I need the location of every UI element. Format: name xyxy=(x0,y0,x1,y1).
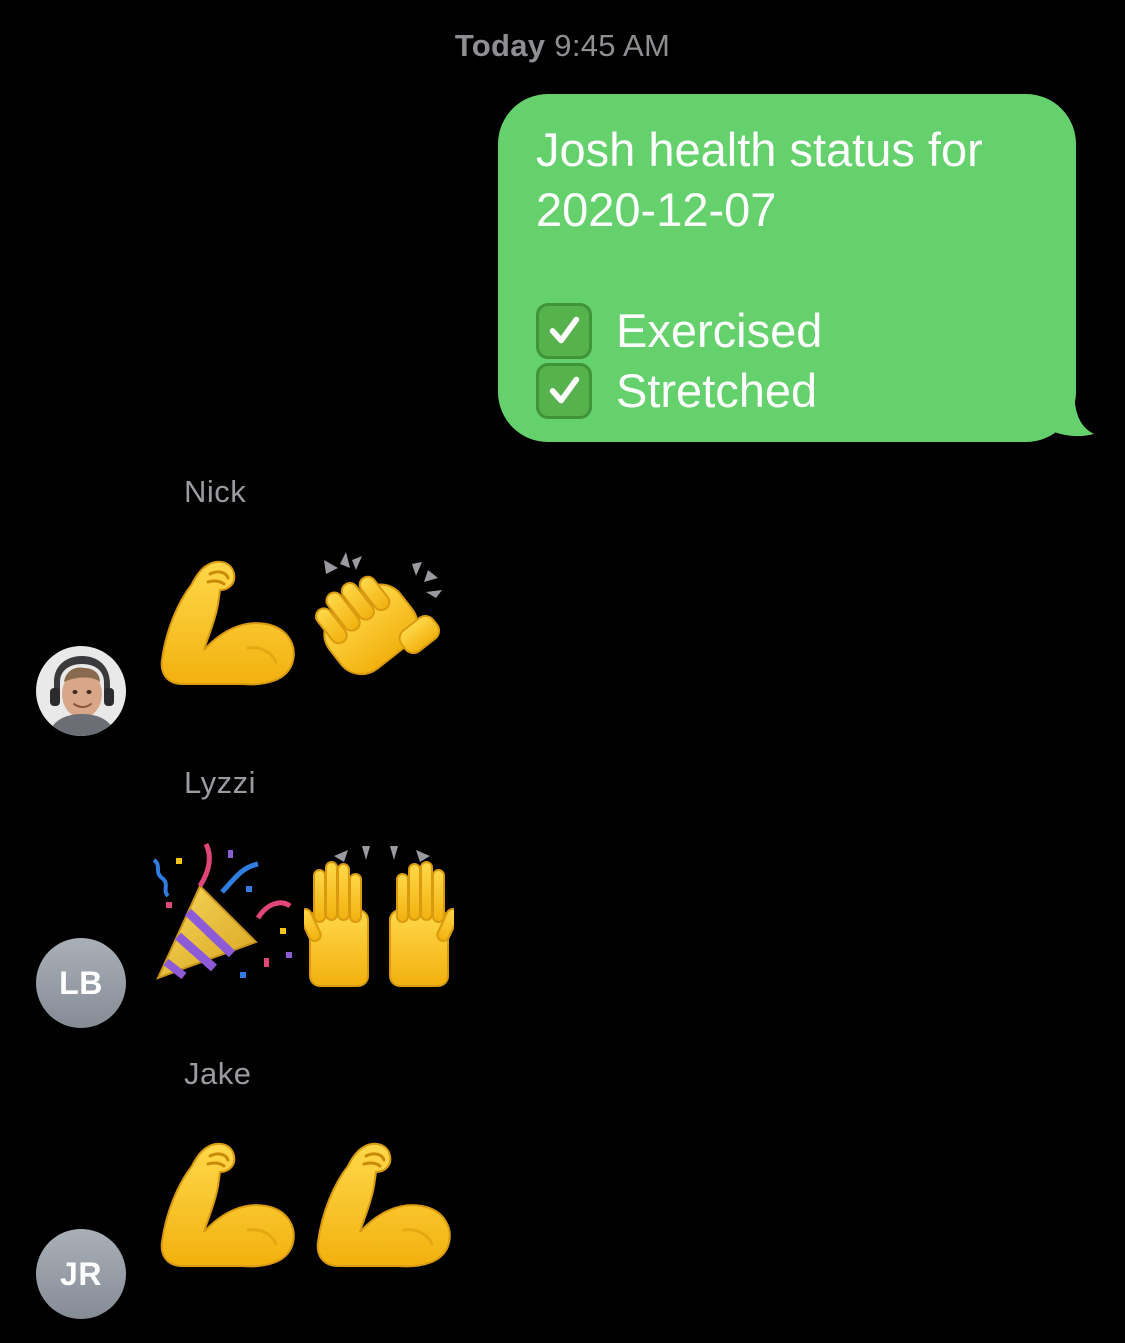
outgoing-message-bubble[interactable]: Josh health status for 2020-12-07 Exerci… xyxy=(498,94,1076,442)
clapping-hands-icon xyxy=(304,548,454,698)
avatar-initials: LB xyxy=(59,964,103,1001)
incoming-message-jake[interactable] xyxy=(148,1130,460,1280)
flexed-biceps-icon xyxy=(148,548,298,698)
status-item-label: Exercised xyxy=(616,304,823,357)
avatar-photo xyxy=(36,646,126,736)
sender-name-nick: Nick xyxy=(184,474,247,509)
incoming-message-nick[interactable] xyxy=(148,548,460,698)
status-item-exercised: Exercised xyxy=(536,301,1046,361)
message-line-date: 2020-12-07 xyxy=(536,183,777,236)
check-mark-button-icon xyxy=(536,363,592,419)
check-mark-button-icon xyxy=(536,303,592,359)
avatar-jake[interactable]: JR xyxy=(36,1229,126,1319)
incoming-message-lyzzi[interactable] xyxy=(148,840,460,990)
avatar-lyzzi[interactable]: LB xyxy=(36,938,126,1028)
timestamp-day: Today xyxy=(454,28,546,63)
sender-name-lyzzi: Lyzzi xyxy=(184,765,256,800)
avatar-nick[interactable] xyxy=(36,646,126,736)
outgoing-message[interactable]: Josh health status for 2020-12-07 Exerci… xyxy=(498,94,1096,446)
avatar-initials: JR xyxy=(60,1255,102,1292)
message-line-title: Josh health status for xyxy=(536,123,983,176)
flexed-biceps-icon xyxy=(148,1130,298,1280)
status-item-label: Stretched xyxy=(616,364,818,417)
status-item-stretched: Stretched xyxy=(536,361,1046,421)
conversation-timestamp: Today 9:45 AM xyxy=(0,28,1125,64)
sender-name-jake: Jake xyxy=(184,1056,252,1091)
raising-hands-icon xyxy=(304,840,454,990)
timestamp-time: 9:45 AM xyxy=(554,28,671,63)
party-popper-icon xyxy=(148,840,298,990)
flexed-biceps-icon xyxy=(304,1130,454,1280)
